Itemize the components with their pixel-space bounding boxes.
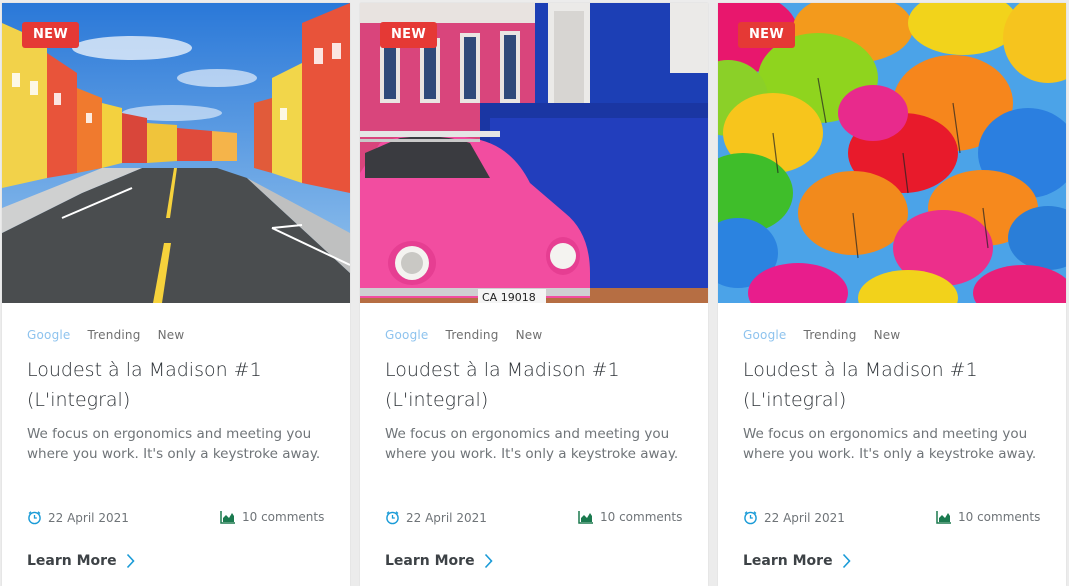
card-date: 22 April 2021 <box>27 510 129 525</box>
svg-text:CA 19018: CA 19018 <box>482 291 536 303</box>
learn-more-link[interactable]: Learn More <box>27 553 135 569</box>
card-title[interactable]: Loudest à la Madison #1 (L'integral) <box>385 355 685 415</box>
learn-more-label: Learn More <box>27 553 117 569</box>
card-description: We focus on ergonomics and meeting you w… <box>385 426 679 462</box>
clock-icon <box>386 511 399 525</box>
card-comments: 10 comments <box>578 510 682 524</box>
chevron-right-icon <box>484 553 493 569</box>
card-tags: Google Trending New <box>27 328 197 342</box>
area-chart-icon <box>936 511 951 524</box>
card-date: 22 April 2021 <box>385 510 487 525</box>
card-image[interactable]: CA 19018 <box>360 3 708 303</box>
learn-more-label: Learn More <box>385 553 475 569</box>
new-badge: NEW <box>380 22 437 48</box>
tag-trending[interactable]: Trending <box>804 328 857 342</box>
tag-new[interactable]: New <box>516 328 543 342</box>
tag-new[interactable]: New <box>158 328 185 342</box>
chevron-right-icon <box>842 553 851 569</box>
card-date: 22 April 2021 <box>743 510 845 525</box>
comments-text: 10 comments <box>600 510 683 524</box>
clock-icon <box>744 511 757 525</box>
blog-card[interactable]: CA 19018 NEW Google Trending New Loudest… <box>360 3 708 586</box>
card-image[interactable] <box>2 3 350 303</box>
card-comments: 10 comments <box>220 510 324 524</box>
clock-icon <box>28 511 41 525</box>
date-text: 22 April 2021 <box>406 510 487 525</box>
card-tags: Google Trending New <box>743 328 913 342</box>
blog-card[interactable]: NEW Google Trending New Loudest à la Mad… <box>2 3 350 586</box>
learn-more-label: Learn More <box>743 553 833 569</box>
area-chart-icon <box>578 511 593 524</box>
tag-trending[interactable]: Trending <box>446 328 499 342</box>
card-tags: Google Trending New <box>385 328 555 342</box>
tag-new[interactable]: New <box>874 328 901 342</box>
card-image[interactable] <box>718 3 1066 303</box>
tag-google[interactable]: Google <box>27 328 71 342</box>
card-title[interactable]: Loudest à la Madison #1 (L'integral) <box>27 355 327 415</box>
new-badge: NEW <box>738 22 795 48</box>
learn-more-link[interactable]: Learn More <box>385 553 493 569</box>
blog-card[interactable]: NEW Google Trending New Loudest à la Mad… <box>718 3 1066 586</box>
card-comments: 10 comments <box>936 510 1040 524</box>
comments-text: 10 comments <box>958 510 1041 524</box>
card-description: We focus on ergonomics and meeting you w… <box>27 426 321 462</box>
learn-more-link[interactable]: Learn More <box>743 553 851 569</box>
new-badge: NEW <box>22 22 79 48</box>
card-title[interactable]: Loudest à la Madison #1 (L'integral) <box>743 355 1043 415</box>
chevron-right-icon <box>126 553 135 569</box>
area-chart-icon <box>220 511 235 524</box>
tag-google[interactable]: Google <box>385 328 429 342</box>
tag-trending[interactable]: Trending <box>88 328 141 342</box>
comments-text: 10 comments <box>242 510 325 524</box>
date-text: 22 April 2021 <box>48 510 129 525</box>
tag-google[interactable]: Google <box>743 328 787 342</box>
date-text: 22 April 2021 <box>764 510 845 525</box>
card-description: We focus on ergonomics and meeting you w… <box>743 426 1037 462</box>
